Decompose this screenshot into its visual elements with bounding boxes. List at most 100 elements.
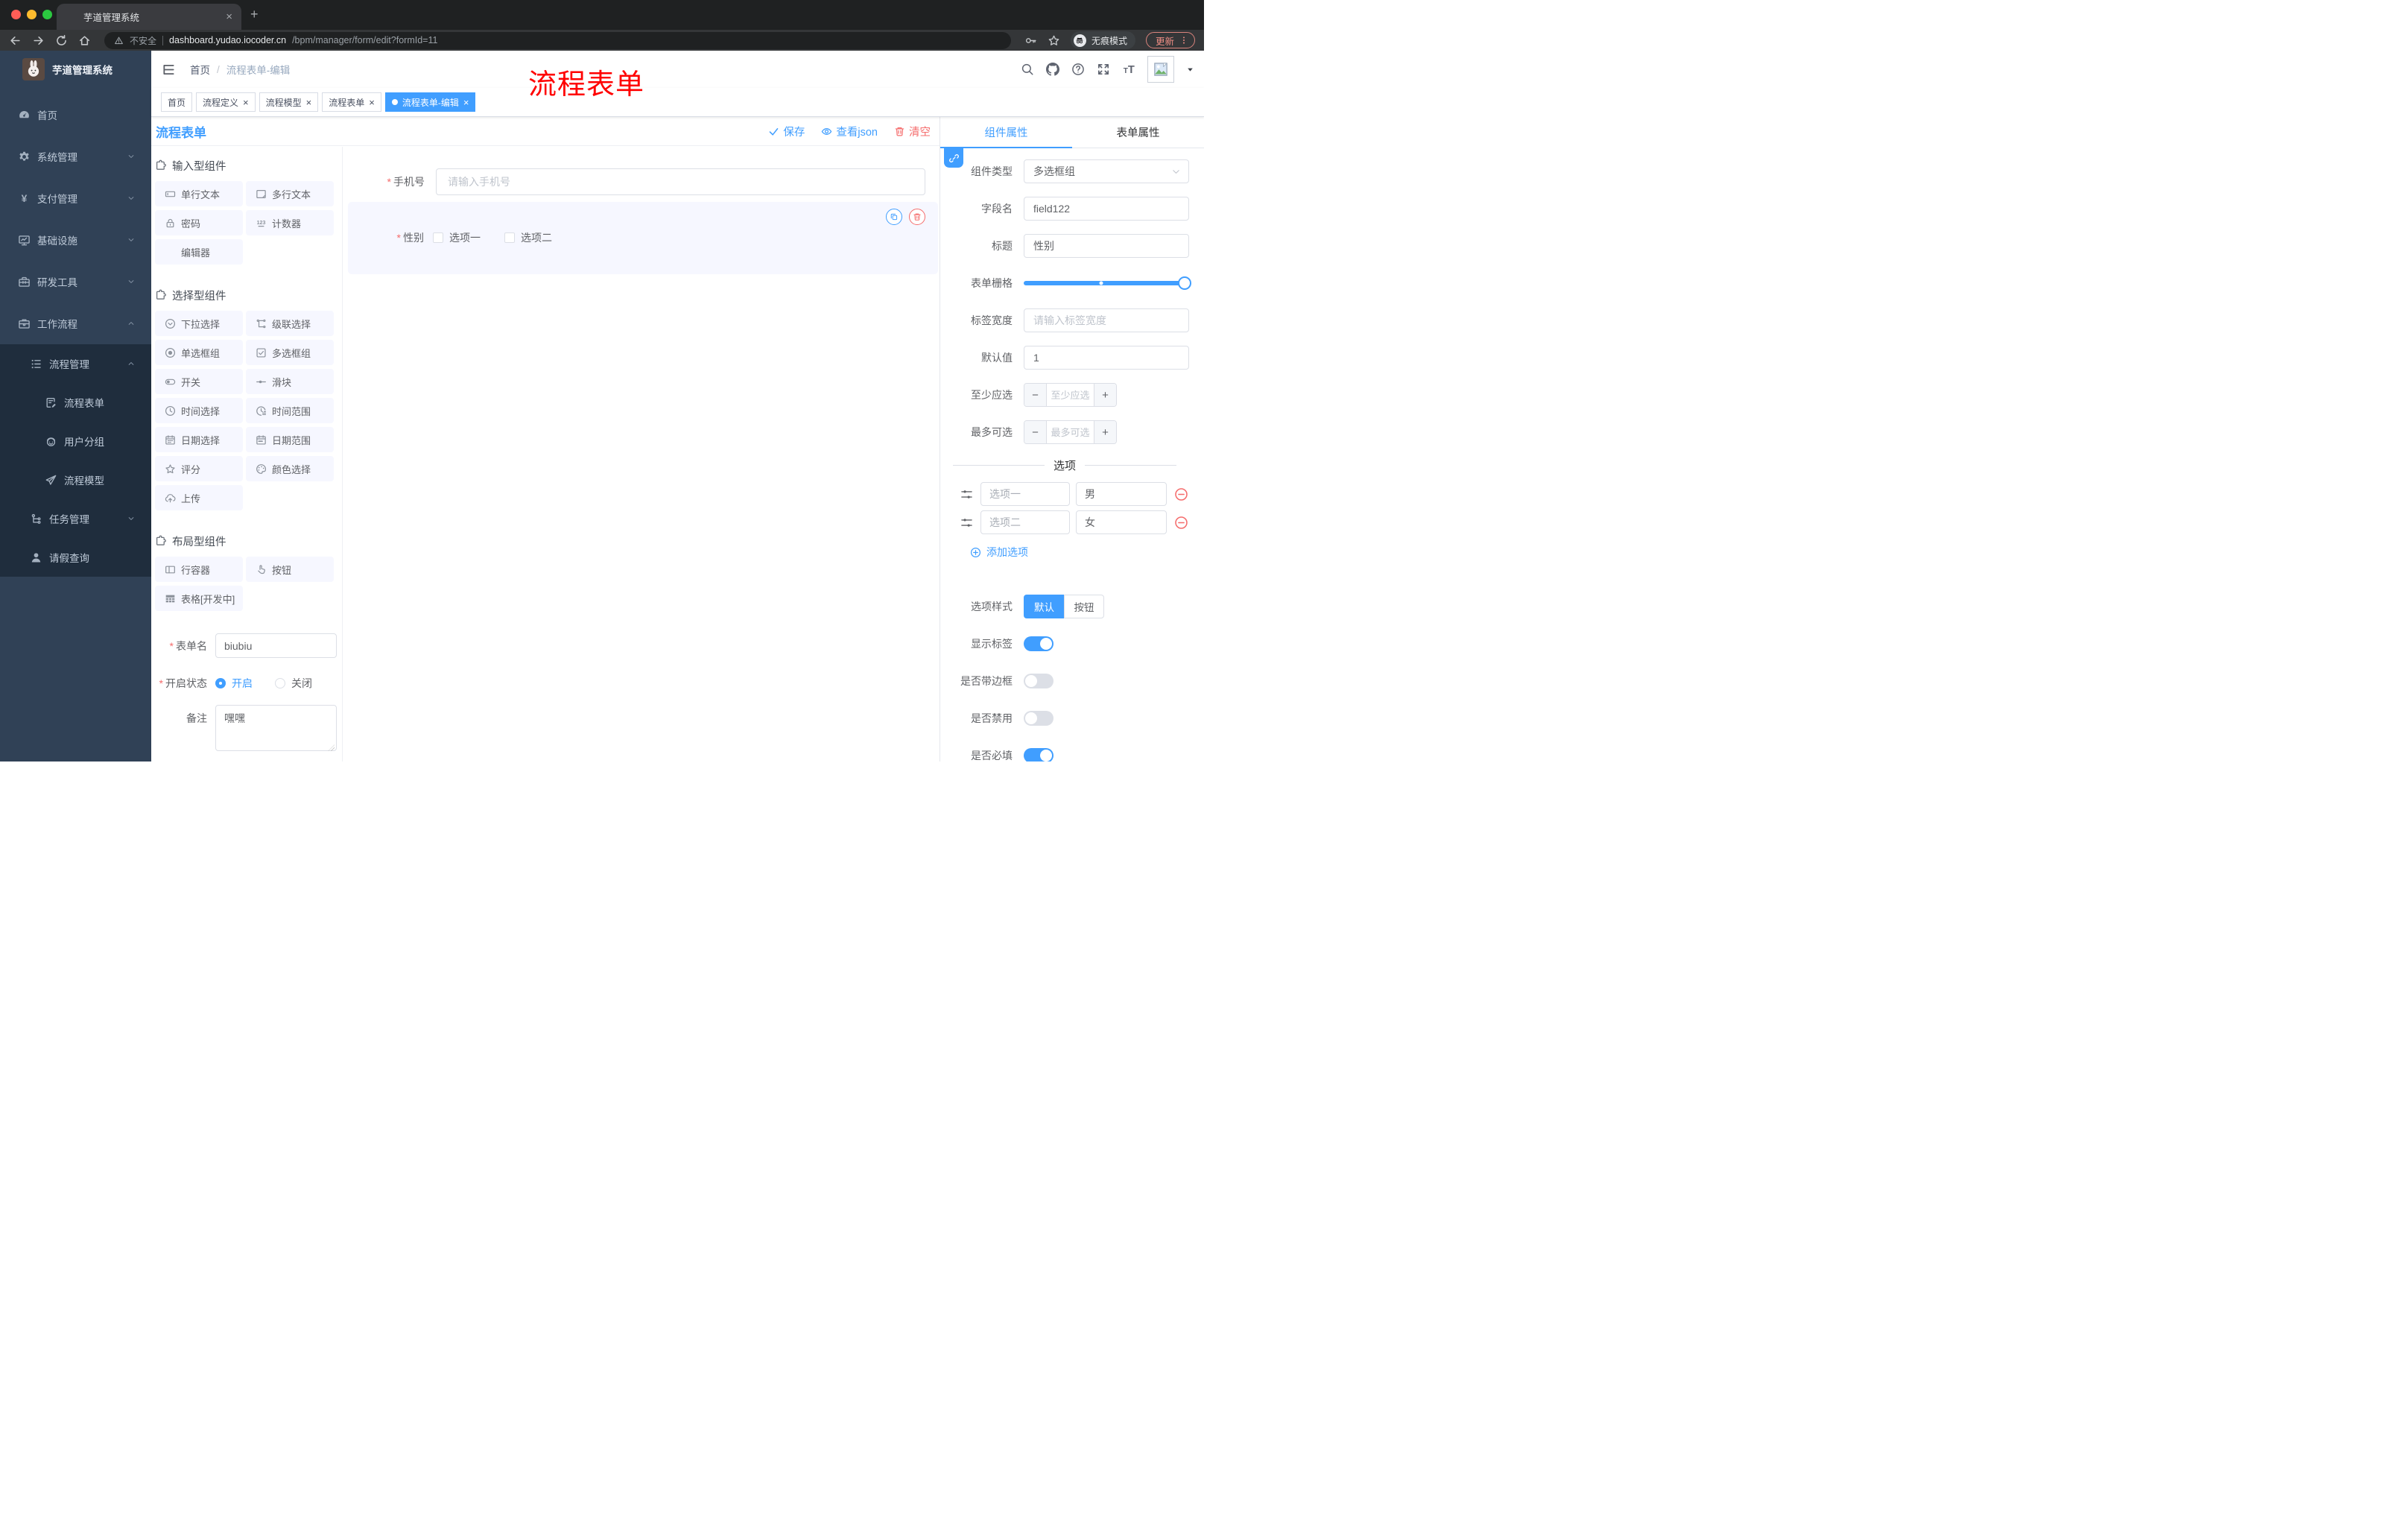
component-item-多选框组[interactable]: 多选框组 — [246, 340, 334, 365]
bookmark-star-icon[interactable] — [1048, 34, 1060, 47]
component-item-时间选择[interactable]: 时间选择 — [155, 398, 243, 423]
tag-流程定义[interactable]: 流程定义 — [196, 92, 256, 112]
plus-button[interactable] — [1094, 421, 1116, 443]
sidebar-item-用户分组[interactable]: 用户分组 — [0, 422, 151, 460]
home-icon[interactable] — [78, 34, 91, 47]
remark-textarea[interactable]: 嘿嘿 — [215, 705, 337, 751]
minus-button[interactable] — [1024, 384, 1047, 406]
field-name-input[interactable] — [1024, 197, 1189, 221]
selected-component-block[interactable]: 性别 选项一 选项二 — [348, 202, 938, 274]
sidebar-item-任务管理[interactable]: 任务管理 — [0, 499, 151, 538]
component-item-单选框组[interactable]: 单选框组 — [155, 340, 243, 365]
hamburger-fold-icon[interactable] — [162, 63, 176, 77]
component-type-select[interactable]: 多选框组 — [1024, 159, 1189, 183]
plus-button[interactable] — [1094, 384, 1116, 406]
copy-component-button[interactable] — [886, 209, 902, 225]
component-item-编辑器[interactable]: 编辑器 — [155, 239, 243, 265]
component-item-密码[interactable]: 密码 — [155, 210, 243, 235]
component-item-行容器[interactable]: 行容器 — [155, 557, 243, 582]
radio-off-label[interactable]: 关闭 — [291, 676, 312, 691]
component-item-滑块[interactable]: 滑块 — [246, 369, 334, 394]
checkbox[interactable] — [433, 232, 443, 243]
clear-button[interactable]: 清空 — [894, 124, 931, 139]
tag-close-icon[interactable] — [243, 97, 249, 108]
remove-option-button[interactable] — [1174, 516, 1188, 530]
browser-tab[interactable]: 芋道管理系统 × — [57, 4, 241, 30]
phone-field-input[interactable]: 请输入手机号 — [436, 168, 925, 195]
radio-off[interactable] — [275, 678, 285, 688]
switch-是否禁用[interactable] — [1024, 711, 1054, 726]
minimize-window-button[interactable] — [27, 10, 37, 19]
new-tab-button[interactable]: + — [250, 7, 259, 22]
sidebar-item-流程管理[interactable]: 流程管理 — [0, 344, 151, 383]
tab-form-props[interactable]: 表单属性 — [1072, 117, 1204, 148]
radio-on[interactable] — [215, 678, 226, 688]
sidebar-item-首页[interactable]: 首页 — [0, 94, 151, 136]
minus-button[interactable] — [1024, 421, 1047, 443]
avatar-caret-down-icon[interactable] — [1186, 66, 1194, 74]
sidebar-item-研发工具[interactable]: 研发工具 — [0, 261, 151, 303]
resize-handle[interactable] — [328, 744, 335, 751]
title-input[interactable] — [1024, 234, 1189, 258]
checkbox-option-选项一[interactable]: 选项一 — [433, 230, 481, 245]
default-value-input[interactable] — [1024, 346, 1189, 370]
sidebar-item-支付管理[interactable]: ¥ 支付管理 — [0, 177, 151, 219]
component-item-按钮[interactable]: 按钮 — [246, 557, 334, 582]
component-item-级联选择[interactable]: 级联选择 — [246, 311, 334, 336]
sidebar-item-流程表单[interactable]: 流程表单 — [0, 383, 151, 422]
component-item-下拉选择[interactable]: 下拉选择 — [155, 311, 243, 336]
breadcrumb-home[interactable]: 首页 — [190, 62, 210, 77]
component-item-上传[interactable]: 上传 — [155, 485, 243, 510]
option-name-input[interactable] — [980, 482, 1070, 506]
label-width-input[interactable] — [1024, 308, 1189, 332]
back-icon[interactable] — [9, 34, 22, 47]
component-item-单行文本[interactable]: 单行文本 — [155, 181, 243, 206]
tag-流程表单[interactable]: 流程表单 — [322, 92, 381, 112]
save-button[interactable]: 保存 — [768, 124, 805, 139]
update-button[interactable]: 更新 — [1145, 32, 1195, 48]
option-value-input[interactable] — [1076, 510, 1167, 534]
component-item-表格[开发中][interactable]: 表格[开发中] — [155, 586, 243, 611]
option-value-input[interactable] — [1076, 482, 1167, 506]
component-item-计数器[interactable]: 123 计数器 — [246, 210, 334, 235]
component-item-日期范围[interactable]: 日期范围 — [246, 427, 334, 452]
tab-close-icon[interactable]: × — [226, 10, 232, 23]
zoom-window-button[interactable] — [42, 10, 52, 19]
component-item-颜色选择[interactable]: 颜色选择 — [246, 456, 334, 481]
tag-close-icon[interactable] — [369, 97, 375, 108]
tab-component-props[interactable]: 组件属性 — [940, 117, 1072, 148]
checkbox[interactable] — [504, 232, 515, 243]
help-icon[interactable] — [1071, 63, 1085, 76]
view-json-button[interactable]: 查看json — [821, 124, 878, 139]
form-name-input[interactable] — [215, 633, 337, 658]
max-checked-input[interactable] — [1047, 421, 1094, 443]
sidebar-item-基础设施[interactable]: 基础设施 — [0, 219, 151, 261]
sidebar-item-请假查询[interactable]: 请假查询 — [0, 538, 151, 577]
github-icon[interactable] — [1046, 63, 1059, 76]
component-item-开关[interactable]: 开关 — [155, 369, 243, 394]
remove-option-button[interactable] — [1174, 487, 1188, 501]
tag-流程模型[interactable]: 流程模型 — [259, 92, 319, 112]
address-bar[interactable]: 不安全 dashboard.yudao.iocoder.cn/bpm/manag… — [104, 31, 1011, 49]
forward-icon[interactable] — [32, 34, 45, 47]
fullscreen-icon[interactable] — [1097, 63, 1110, 76]
sidebar-item-系统管理[interactable]: 系统管理 — [0, 136, 151, 177]
browser-menu-dots-icon[interactable] — [1179, 36, 1188, 45]
option-style-默认[interactable]: 默认 — [1024, 595, 1064, 618]
radio-on-label[interactable]: 开启 — [232, 676, 253, 691]
option-style-按钮[interactable]: 按钮 — [1064, 595, 1104, 618]
tag-close-icon[interactable] — [463, 97, 469, 108]
option-name-input[interactable] — [980, 510, 1070, 534]
delete-component-button[interactable] — [909, 209, 925, 225]
component-item-日期选择[interactable]: 日期选择 — [155, 427, 243, 452]
close-window-button[interactable] — [11, 10, 21, 19]
tag-close-icon[interactable] — [306, 97, 312, 108]
add-option-button[interactable]: 添加选项 — [970, 545, 1189, 560]
switch-是否必填[interactable] — [1024, 748, 1054, 762]
tag-首页[interactable]: 首页 — [161, 92, 193, 112]
tag-流程表单-编辑[interactable]: 流程表单-编辑 — [384, 92, 476, 112]
sidebar-item-流程模型[interactable]: 流程模型 — [0, 460, 151, 499]
component-item-多行文本[interactable]: 多行文本 — [246, 181, 334, 206]
reload-icon[interactable] — [55, 34, 68, 47]
switch-是否带边框[interactable] — [1024, 674, 1054, 688]
